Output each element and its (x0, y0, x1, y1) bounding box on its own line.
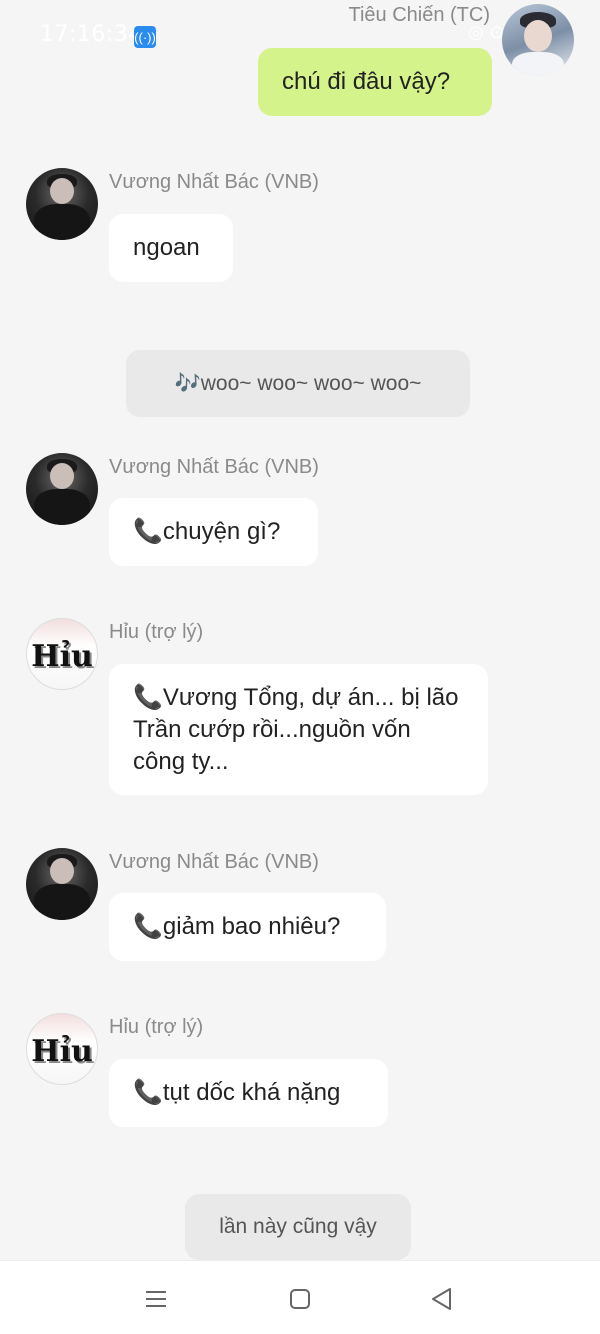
sender-name-vnb: Vương Nhất Bác (VNB) (109, 171, 319, 193)
message-bubble-received[interactable]: ngoan (109, 214, 233, 282)
message-bubble-received[interactable]: 📞Vương Tổng, dự án... bị lão Trần cướp r… (109, 664, 488, 795)
system-message: 🎶woo~ woo~ woo~ woo~ (126, 350, 470, 417)
system-message: lần này cũng vậy (185, 1194, 411, 1260)
sender-name-vnb: Vương Nhất Bác (VNB) (109, 456, 319, 478)
bottom-nav-bar (0, 1260, 600, 1334)
sender-name-hiu: Hỉu (trợ lý) (109, 621, 204, 643)
avatar-vnb[interactable] (26, 848, 98, 920)
message-bubble-received[interactable]: 📞tụt dốc khá nặng (109, 1059, 388, 1127)
sender-name-tc: Tiêu Chiến (TC) (348, 4, 490, 26)
avatar-vnb[interactable] (26, 168, 98, 240)
avatar-hiu[interactable]: Hỉu (26, 1013, 98, 1085)
avatar-hiu-label: Hỉu (31, 1034, 93, 1069)
sender-name-hiu: Hỉu (trợ lý) (109, 1016, 204, 1038)
hotspot-icon: ((·)) (134, 26, 156, 48)
status-time: 17:16:34 (40, 22, 143, 47)
avatar-hiu-label: Hỉu (31, 639, 93, 674)
message-bubble-sent[interactable]: chú đi đâu vậy? (258, 48, 492, 116)
message-bubble-received[interactable]: 📞giảm bao nhiêu? (109, 893, 386, 961)
message-bubble-received[interactable]: 📞chuyện gì? (109, 498, 318, 566)
back-triangle-icon[interactable] (428, 1285, 456, 1313)
avatar-vnb[interactable] (26, 453, 98, 525)
avatar-tc[interactable] (502, 4, 574, 76)
home-square-icon[interactable] (286, 1285, 314, 1313)
menu-icon[interactable] (142, 1285, 170, 1313)
sender-name-vnb: Vương Nhất Bác (VNB) (109, 851, 319, 873)
avatar-hiu[interactable]: Hỉu (26, 618, 98, 690)
